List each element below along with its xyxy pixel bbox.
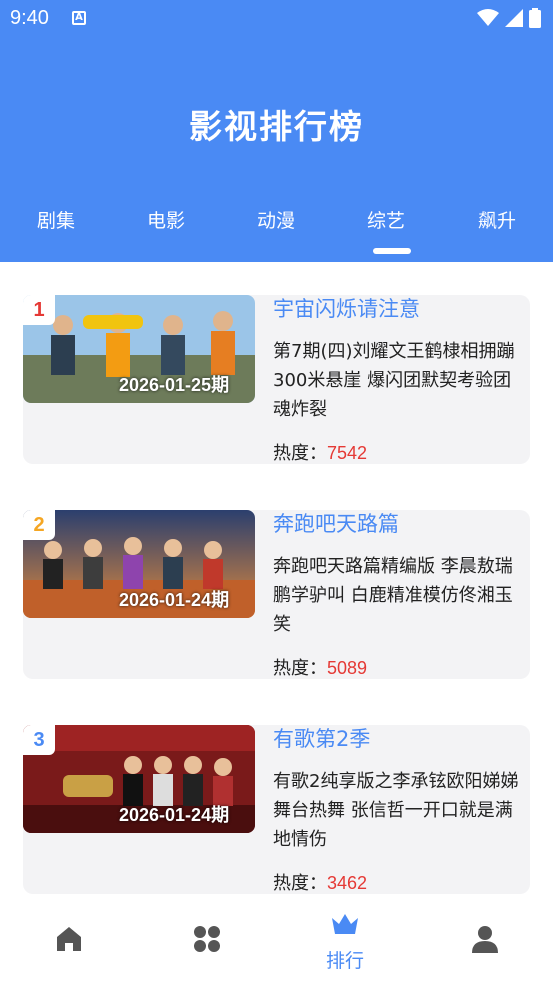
nav-profile[interactable] <box>414 902 552 984</box>
item-title[interactable]: 奔跑吧天路篇 <box>273 508 399 538</box>
category-tabs: 剧集 电影 动漫 综艺 飙升 <box>0 206 553 262</box>
status-time: 9:40 <box>10 7 49 29</box>
heat-value: 7542 <box>327 443 368 463</box>
episode-date: 2026-01-24期 <box>119 590 230 610</box>
status-bar: 9:40 A <box>0 0 553 38</box>
nav-ranking[interactable]: 排行 <box>276 902 414 984</box>
thumbnail-image: 1 2026-01-25期 <box>23 295 255 403</box>
signal-icon <box>505 9 523 27</box>
item-description: 奔跑吧天路篇精编版 李晨敖瑞鹏学驴叫 白鹿精准模仿佟湘玉笑 <box>273 556 513 635</box>
wifi-icon <box>477 9 499 26</box>
nav-ranking-label: 排行 <box>325 950 364 972</box>
tab-variety[interactable]: 综艺 <box>331 206 441 233</box>
heat-value: 3462 <box>327 873 368 893</box>
heat-info: 热度：7542 <box>273 439 367 465</box>
rank-badge: 3 <box>23 725 55 755</box>
active-tab-indicator <box>373 248 411 254</box>
heat-info: 热度：5089 <box>273 654 367 680</box>
tab-anime[interactable]: 动漫 <box>221 206 331 233</box>
nav-categories[interactable] <box>138 902 276 984</box>
thumbnail-image: 3 2026-01-24期 <box>23 725 255 833</box>
tab-series[interactable]: 剧集 <box>1 206 111 233</box>
episode-date: 2026-01-25期 <box>119 375 230 395</box>
heat-label: 热度： <box>273 443 327 464</box>
item-description: 第7期(四)刘耀文王鹤棣相拥蹦300米悬崖 爆闪团默契考验团魂炸裂 <box>273 341 515 420</box>
rank-badge: 1 <box>23 295 55 325</box>
item-description: 有歌2纯享版之李承铉欧阳娣娣舞台热舞 张信哲一开口就是满地情伤 <box>273 771 519 850</box>
tab-movies[interactable]: 电影 <box>111 206 221 233</box>
tab-rising[interactable]: 飙升 <box>442 206 552 233</box>
item-title[interactable]: 有歌第2季 <box>273 723 370 753</box>
home-icon <box>57 927 81 951</box>
thumbnail-image: 2 2026-01-24期 <box>23 510 255 618</box>
app-notification-icon: A <box>72 11 86 25</box>
heat-value: 5089 <box>327 658 368 678</box>
heat-label: 热度： <box>273 873 327 894</box>
battery-icon <box>529 8 541 28</box>
page-title: 影视排行榜 <box>189 107 364 146</box>
list-item[interactable]: 2 2026-01-24期 奔跑吧天路篇 奔跑吧天路篇精编版 李晨敖瑞鹏学驴叫 … <box>23 510 530 679</box>
profile-icon <box>472 926 498 953</box>
category-icon <box>194 926 220 952</box>
bottom-navigation: 排行 <box>0 902 553 984</box>
header: 9:40 A 影视排行榜 剧集 电影 动漫 综艺 飙升 <box>0 0 553 262</box>
heat-label: 热度： <box>273 658 327 679</box>
list-item[interactable]: 3 2026-01-24期 有歌第2季 有歌2纯享版之李承铉欧阳娣娣舞台热舞 张… <box>23 725 530 894</box>
item-title[interactable]: 宇宙闪烁请注意 <box>273 293 420 323</box>
system-icons <box>477 8 541 28</box>
rank-badge: 2 <box>23 510 55 540</box>
crown-icon <box>332 914 358 934</box>
heat-info: 热度：3462 <box>273 869 367 895</box>
nav-home[interactable] <box>0 902 138 984</box>
episode-date: 2026-01-24期 <box>119 805 230 825</box>
list-item[interactable]: 1 2026-01-25期 宇宙闪烁请注意 第7期(四)刘耀文王鹤棣相拥蹦300… <box>23 295 530 464</box>
ranking-list[interactable]: 1 2026-01-25期 宇宙闪烁请注意 第7期(四)刘耀文王鹤棣相拥蹦300… <box>0 262 553 902</box>
